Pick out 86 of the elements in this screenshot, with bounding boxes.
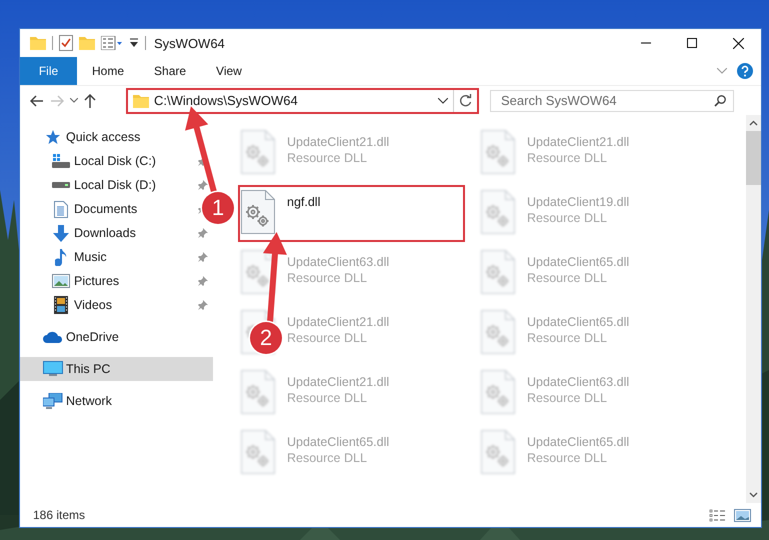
file-tab[interactable]: File <box>20 57 77 85</box>
pin-icon <box>198 252 208 262</box>
nav-icon <box>43 331 63 343</box>
nav-icon <box>43 393 63 409</box>
file-type: Resource DLL <box>527 390 608 406</box>
dll-file-icon <box>241 190 275 234</box>
search-icon <box>714 94 726 106</box>
nav-icon <box>55 248 67 266</box>
file-name[interactable]: ngf.dll <box>287 194 320 210</box>
ribbon-tab[interactable]: View <box>201 57 257 85</box>
pin-icon <box>198 180 208 190</box>
nav-icon <box>52 154 70 168</box>
dll-file-icon <box>481 370 515 414</box>
file-type: Resource DLL <box>527 210 608 226</box>
nav-icon <box>54 200 68 218</box>
file-type: Resource DLL <box>527 270 608 286</box>
close-icon <box>732 38 744 48</box>
file-type: Resource DLL <box>527 150 608 166</box>
nav-item[interactable]: Pictures <box>50 269 120 293</box>
nav-item[interactable]: Local Disk (C:) <box>50 149 156 173</box>
large-icons-view-icon <box>734 508 751 522</box>
pin-icon <box>198 228 208 238</box>
item-count: 186 items <box>33 508 86 522</box>
file-type: Resource DLL <box>287 390 368 406</box>
forward-arrow-icon <box>50 94 64 106</box>
file-type: Resource DLL <box>287 270 368 286</box>
help-icon <box>737 63 753 79</box>
details-view-button[interactable] <box>709 508 726 522</box>
folder-icon <box>30 36 46 50</box>
back-button[interactable] <box>30 94 44 106</box>
dll-file-icon <box>241 370 275 414</box>
file-type: Resource DLL <box>527 450 608 466</box>
dll-file-icon <box>481 130 515 174</box>
up-button[interactable] <box>84 94 96 108</box>
maximize-icon <box>687 38 697 48</box>
caret-icon <box>70 98 78 103</box>
nav-item[interactable]: This PC <box>20 357 213 381</box>
large-icons-view-button[interactable] <box>734 508 751 522</box>
nav-icon <box>45 129 61 145</box>
dll-file-icon <box>241 250 275 294</box>
pin-icon <box>198 276 208 286</box>
search-field[interactable]: Search SysWOW64 <box>490 90 734 112</box>
refresh-icon <box>459 94 472 107</box>
nav-icon <box>53 224 69 242</box>
ribbon-tab[interactable]: Home <box>77 57 140 85</box>
step-number: 1 <box>202 192 234 224</box>
dll-file-icon <box>481 430 515 474</box>
up-arrow-icon <box>84 94 96 108</box>
nav-icon <box>52 181 70 189</box>
nav-icon <box>43 361 63 377</box>
nav-item[interactable]: Documents <box>50 197 138 221</box>
properties-icon <box>59 35 73 51</box>
nav-item[interactable]: Music <box>50 245 107 269</box>
nav-icon <box>54 296 68 314</box>
customize-caret-icon <box>129 38 139 48</box>
file-type: Resource DLL <box>287 450 368 466</box>
chevron-icon <box>438 98 448 104</box>
dll-file-icon <box>481 190 515 234</box>
file-type: Resource DLL <box>527 330 608 346</box>
recent-locations-button[interactable] <box>70 98 78 103</box>
ribbon-tab[interactable]: Share <box>139 57 202 85</box>
address-bar[interactable]: C:\Windows\SysWOW64 <box>126 88 479 114</box>
nav-item[interactable]: OneDrive <box>20 325 213 349</box>
nav-item[interactable]: Network <box>20 389 213 413</box>
dll-file-icon <box>481 310 515 354</box>
dll-file-icon <box>481 250 515 294</box>
dll-file-icon <box>241 130 275 174</box>
folder-icon <box>133 94 149 108</box>
step-number: 2 <box>250 322 282 354</box>
scrollbar[interactable] <box>746 115 761 503</box>
file-type: Resource DLL <box>287 330 368 346</box>
dll-file-icon <box>241 430 275 474</box>
nav-item[interactable]: Quick access <box>20 125 213 149</box>
nav-icon <box>52 274 70 288</box>
file-type: Resource DLL <box>287 150 368 166</box>
nav-item[interactable]: Downloads <box>50 221 136 245</box>
view-options-icon <box>101 36 123 50</box>
details-view-icon <box>709 508 726 522</box>
expand-ribbon-icon <box>717 68 727 74</box>
new-folder-icon <box>79 36 95 50</box>
scroll-thumb[interactable] <box>746 131 761 185</box>
nav-item[interactable]: Local Disk (D:) <box>50 173 156 197</box>
pin-icon <box>198 300 208 310</box>
window-title: SysWOW64 <box>154 36 226 50</box>
back-arrow-icon <box>30 94 44 106</box>
nav-item[interactable]: Videos <box>50 293 112 317</box>
